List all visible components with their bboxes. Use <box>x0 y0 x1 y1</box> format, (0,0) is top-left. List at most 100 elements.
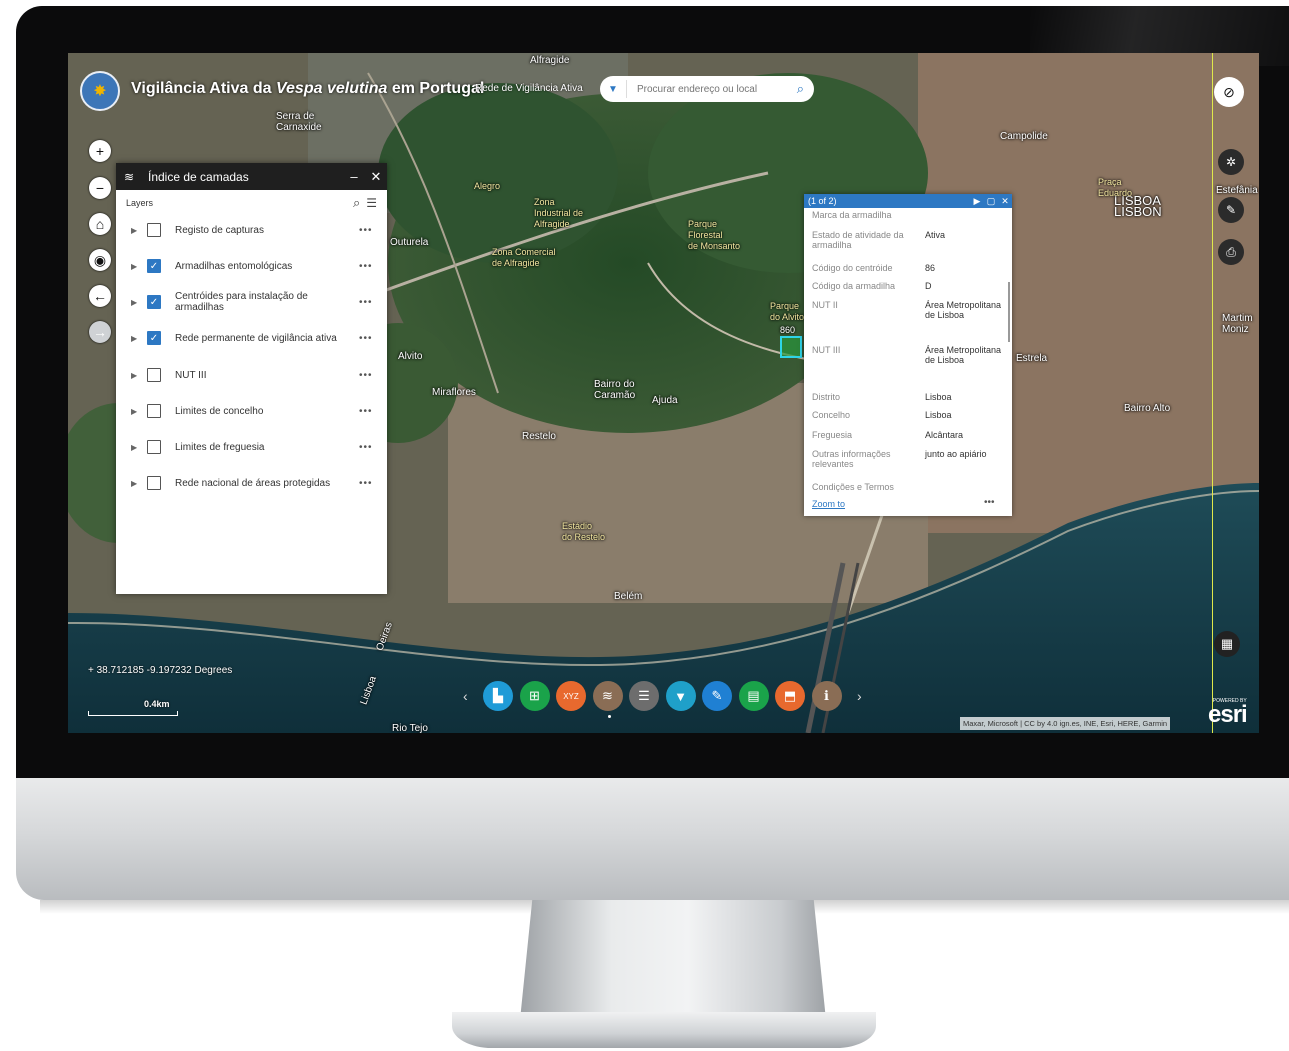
coordinate-conversion-icon[interactable]: XYZ <box>556 681 586 711</box>
layer-list-icon[interactable]: ≋ <box>592 681 623 711</box>
search-source-dropdown-icon[interactable]: ▼ <box>600 84 626 95</box>
map-screen[interactable]: Alfragide Serra de Carnaxide Campolide L… <box>68 53 1259 733</box>
close-icon[interactable]: ✕ <box>998 196 1012 207</box>
search-box[interactable]: ▼ ⌕ <box>600 76 814 102</box>
header-link[interactable]: Rede de Vigilância Ativa <box>475 83 583 94</box>
crosshair-icon: + <box>88 665 97 676</box>
dock-prev-icon[interactable]: ‹ <box>463 688 468 704</box>
esri-logo[interactable]: POWERED BY esri <box>1208 698 1248 727</box>
layer-item[interactable]: ▶ ✓ Armadilhas entomológicas ••• <box>116 259 387 273</box>
layer-item[interactable]: ▶ ✓ Rede permanente de vigilância ativa ••• <box>116 331 387 345</box>
layer-item[interactable]: ▶ ✓ Centróides para instalação de armadilh… <box>116 291 387 313</box>
expand-caret-icon[interactable]: ▶ <box>131 479 141 488</box>
layer-options-icon[interactable]: ••• <box>359 406 373 417</box>
hide-widgets-icon[interactable]: ⊘ <box>1214 77 1244 107</box>
map-label: Alegro <box>474 181 501 191</box>
layer-checkbox[interactable] <box>147 476 161 490</box>
layer-item[interactable]: ▶ Limites de concelho ••• <box>116 404 387 418</box>
home-icon[interactable]: ⌂ <box>89 213 111 235</box>
map-label: Rio Tejo <box>392 723 428 733</box>
layer-checkbox[interactable] <box>147 440 161 454</box>
feature-popup: (1 of 2) ▶ ▢ ✕ Marca da armadilha Estado … <box>804 194 1012 516</box>
monitor-chin <box>16 778 1289 900</box>
map-label: Belém <box>614 591 643 602</box>
print-icon[interactable]: ⬒ <box>775 681 805 711</box>
edit-icon[interactable]: ✎ <box>702 681 732 711</box>
layer-item[interactable]: ▶ Rede nacional de áreas protegidas ••• <box>116 476 387 490</box>
layer-item[interactable]: ▶ NUT III ••• <box>116 368 387 382</box>
filter-list-icon[interactable]: ☰ <box>366 196 377 210</box>
my-location-icon[interactable]: ◉ <box>89 249 111 271</box>
layer-options-icon[interactable]: ••• <box>359 478 373 489</box>
zoom-to-link[interactable]: Zoom to <box>812 499 845 509</box>
map-label: Alvito <box>398 351 423 362</box>
about-icon[interactable]: ℹ <box>811 681 842 711</box>
search-icon[interactable]: ⌕ <box>353 195 360 211</box>
field-name: Código do centróide <box>812 263 893 273</box>
next-extent-icon[interactable]: → <box>89 321 111 343</box>
zoom-in-button[interactable]: + <box>89 140 111 162</box>
layer-name: Rede permanente de vigilância ativa <box>175 332 337 344</box>
layer-checkbox[interactable]: ✓ <box>147 259 161 273</box>
field-value: Área Metropolitana de Lisboa <box>925 300 1002 320</box>
layer-options-icon[interactable]: ••• <box>359 297 373 308</box>
layer-name: Limites de freguesia <box>175 441 265 453</box>
layer-checkbox[interactable] <box>147 404 161 418</box>
search-input[interactable] <box>635 82 779 96</box>
minimize-button[interactable]: – <box>343 169 365 184</box>
layer-name: Rede nacional de áreas protegidas <box>175 477 331 489</box>
divider <box>626 80 627 98</box>
previous-extent-icon[interactable]: ← <box>89 285 111 307</box>
close-button[interactable]: ✕ <box>365 169 387 185</box>
expand-caret-icon[interactable]: ▶ <box>131 298 141 307</box>
dock-next-icon[interactable]: › <box>857 688 862 704</box>
maximize-icon[interactable]: ▢ <box>984 196 998 207</box>
field-name: Freguesia <box>812 430 853 440</box>
layer-checkbox[interactable] <box>147 223 161 237</box>
print-icon[interactable]: ⎙ <box>1218 239 1244 265</box>
layer-checkbox[interactable]: ✓ <box>147 295 161 309</box>
layer-options-icon[interactable]: ••• <box>359 261 373 272</box>
basemap-gallery-icon[interactable]: ▙ <box>483 681 513 711</box>
layer-options-icon[interactable]: ••• <box>359 225 373 236</box>
layer-item[interactable]: ▶ Registo de capturas ••• <box>116 223 387 237</box>
layers-label: Layers <box>126 198 154 208</box>
expand-caret-icon[interactable]: ▶ <box>131 371 141 380</box>
app-logo[interactable]: ✸ <box>80 71 120 111</box>
boundary-line <box>1212 53 1213 733</box>
attribute-table-icon[interactable]: ▤ <box>738 681 769 711</box>
layer-item[interactable]: ▶ Limites de freguesia ••• <box>116 440 387 454</box>
map-label: Parque do Alvito <box>770 301 805 322</box>
map-label: Parque Florestal de Monsanto <box>688 219 741 251</box>
map-label: Bairro do Caramão <box>594 379 636 401</box>
expand-caret-icon[interactable]: ▶ <box>131 443 141 452</box>
expand-caret-icon[interactable]: ▶ <box>131 226 141 235</box>
selected-feature-marker[interactable] <box>780 336 802 358</box>
draw-icon[interactable]: ✎ <box>1218 197 1244 223</box>
more-actions-icon[interactable]: ••• <box>984 497 995 508</box>
filter-icon[interactable]: ▼ <box>665 681 696 711</box>
expand-caret-icon[interactable]: ▶ <box>131 262 141 271</box>
overview-grid-icon[interactable]: ▦ <box>1214 631 1240 657</box>
expand-caret-icon[interactable]: ▶ <box>131 407 141 416</box>
field-name: Estado de atividade da armadilha <box>812 230 904 250</box>
layer-checkbox[interactable] <box>147 368 161 382</box>
search-icon[interactable]: ⌕ <box>797 81 804 97</box>
map-label: Restelo <box>522 431 556 442</box>
legend-icon[interactable]: ☰ <box>629 681 659 711</box>
popup-scrollbar[interactable] <box>1008 282 1010 342</box>
layer-checkbox[interactable]: ✓ <box>147 331 161 345</box>
widget-dock: ‹ ▙ ⊞ XYZ ≋ ☰ ▼ ✎ ▤ ⬒ ℹ › <box>463 678 863 718</box>
zoom-out-button[interactable]: − <box>89 177 111 199</box>
expand-caret-icon[interactable]: ▶ <box>131 334 141 343</box>
layer-options-icon[interactable]: ••• <box>359 442 373 453</box>
layer-name: Limites de concelho <box>175 405 264 417</box>
next-feature-icon[interactable]: ▶ <box>970 196 984 207</box>
layer-options-icon[interactable]: ••• <box>359 370 373 381</box>
map-label: Ajuda <box>652 395 678 406</box>
field-value: Lisboa <box>925 392 952 402</box>
add-data-icon[interactable]: ⊞ <box>519 681 550 711</box>
layer-options-icon[interactable]: ••• <box>359 333 373 344</box>
field-value: junto ao apiário <box>925 449 987 459</box>
share-icon[interactable]: ✲ <box>1218 149 1244 175</box>
